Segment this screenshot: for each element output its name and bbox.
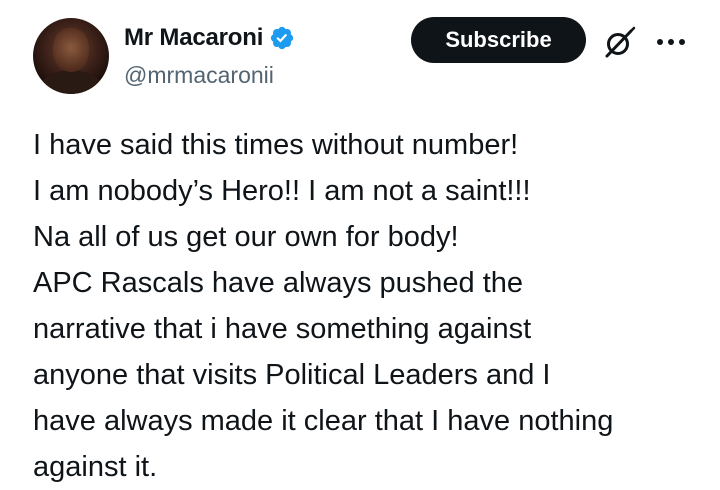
post-card: Mr Macaroni @mrmacaronii Subscribe I hav… bbox=[0, 0, 720, 489]
post-text-line: APC Rascals have always pushed the bbox=[33, 267, 524, 299]
author-display-name[interactable]: Mr Macaroni bbox=[124, 22, 263, 54]
more-options-icon[interactable] bbox=[654, 30, 688, 54]
post-text: I have said this times without number! I… bbox=[33, 122, 703, 490]
grok-icon[interactable] bbox=[601, 25, 637, 61]
post-text-line: have always made it clear that I have no… bbox=[33, 405, 614, 437]
subscribe-button[interactable]: Subscribe bbox=[411, 17, 586, 63]
verified-badge-icon bbox=[271, 26, 294, 50]
post-text-line: I am nobody’s Hero!! I am not a saint!!! bbox=[33, 175, 531, 207]
author-avatar[interactable] bbox=[33, 18, 109, 94]
author-handle[interactable]: @mrmacaronii bbox=[124, 60, 274, 90]
post-text-line: narrative that i have something against bbox=[33, 313, 532, 345]
avatar-face bbox=[53, 28, 89, 72]
author-name-row: Mr Macaroni bbox=[124, 22, 295, 54]
avatar-shoulders bbox=[39, 70, 103, 94]
post-text-line: against it. bbox=[33, 451, 158, 483]
post-text-line: I have said this times without number! bbox=[33, 129, 519, 161]
post-text-line: anyone that visits Political Leaders and… bbox=[33, 359, 551, 391]
post-text-line: Na all of us get our own for body! bbox=[33, 221, 459, 253]
